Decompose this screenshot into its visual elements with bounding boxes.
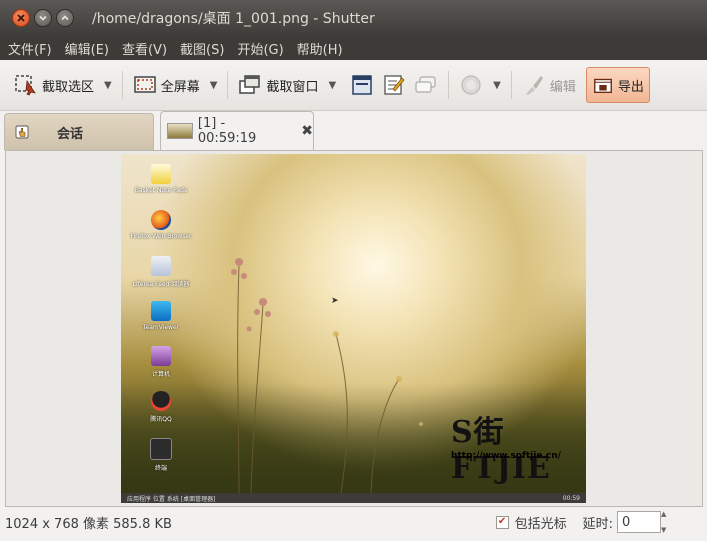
export-button[interactable]: 导出 [585, 67, 650, 103]
teamviewer-icon [151, 301, 171, 321]
delay-stepper[interactable]: ▲ ▼ [661, 510, 671, 534]
computer-icon [151, 346, 171, 366]
toolbar-separator [510, 71, 512, 99]
maximize-window-button[interactable] [56, 9, 74, 27]
menu-go[interactable]: 开始(G) [232, 39, 288, 58]
panel-menu-text: 应用程序 位置 系统 [桌面管理器] [127, 495, 216, 503]
desktop-icon: Basket Note Pads [129, 164, 193, 194]
close-window-button[interactable] [12, 9, 30, 27]
menu-help[interactable]: 帮助(H) [292, 39, 348, 58]
image-viewer[interactable]: Basket Note Pads Firefox Web Browser Lif… [5, 150, 703, 507]
menu-file[interactable]: 文件(F) [3, 39, 57, 58]
watermark-url: http://www.softjie.cn/ [451, 451, 561, 461]
notes-icon [151, 164, 171, 184]
chevron-up-icon [61, 15, 69, 21]
window-title: /home/dragons/桌面 1_001.png - Shutter [92, 11, 375, 27]
delay-control: 延时: 0 ▲ ▼ [583, 510, 707, 534]
desktop-icon: 腾讯QQ [129, 391, 193, 423]
web-capture-button[interactable]: ▼ [455, 68, 505, 102]
capture-tooltip-button[interactable] [410, 68, 442, 102]
capture-selection-button[interactable]: 截取选区 ▼ [10, 68, 116, 102]
desktop-icon: Firefox Web Browser [129, 210, 193, 240]
selection-capture-icon [15, 75, 36, 96]
softjie-logo: S街FTJIE [451, 415, 551, 486]
window-capture-icon [239, 75, 261, 94]
desktop-icon-label: 计算机 [151, 371, 170, 378]
toolbar-separator [448, 71, 450, 99]
toolbar-separator [121, 71, 123, 99]
capture-window-dropdown-icon[interactable]: ▼ [328, 80, 336, 91]
desktop-icon: 终端 [129, 438, 193, 472]
capture-selection-label: 截取选区 [42, 79, 95, 95]
stepper-up-icon[interactable]: ▲ [661, 510, 671, 518]
brush-icon [525, 76, 543, 95]
menu-capture-icon [384, 75, 405, 95]
close-icon [17, 14, 25, 22]
tooltip-capture-icon [415, 76, 436, 93]
tab-bar: 会话 [1] - 00:59:19 ✖ [0, 110, 707, 150]
capture-fullscreen-button[interactable]: 全屏幕 ▼ [129, 68, 222, 102]
screenshot-preview: Basket Note Pads Firefox Web Browser Lif… [121, 154, 586, 503]
capture-section-button[interactable] [346, 68, 378, 102]
minimize-window-button[interactable] [34, 9, 52, 27]
desktop-icon: 计算机 [129, 346, 193, 378]
chevron-down-icon [39, 15, 47, 21]
tab-screenshot-label: [1] - 00:59:19 [197, 116, 257, 146]
export-label: 导出 [617, 79, 644, 95]
web-capture-dropdown-icon[interactable]: ▼ [493, 80, 501, 91]
desktop-icon-label: Liferea Feed 阅读器 [132, 281, 190, 288]
image-info: 1024 x 768 像素 585.8 KB [5, 516, 172, 532]
checkbox-checked-icon[interactable]: ✔ [495, 515, 509, 529]
export-icon [593, 78, 612, 94]
tab-screenshot-1[interactable]: [1] - 00:59:19 ✖ [160, 111, 314, 150]
globe-icon [461, 75, 481, 95]
terminal-icon [150, 438, 172, 460]
hand-icon [15, 125, 29, 139]
menu-bar: 文件(F) 编辑(E) 查看(V) 截图(S) 开始(G) 帮助(H) [0, 36, 707, 60]
desktop-icon-label: 腾讯QQ [150, 416, 172, 423]
desktop-icon: TeamViewer [129, 301, 193, 331]
desktop-icon-label: Firefox Web Browser [130, 233, 192, 240]
toolbar-separator [227, 71, 229, 99]
capture-fullscreen-label: 全屏幕 [160, 79, 200, 95]
tab-session[interactable]: 会话 [4, 113, 154, 150]
delay-spinbox[interactable]: 0 [617, 511, 661, 533]
qq-penguin-icon [151, 391, 171, 411]
desktop-icon-label: 终端 [154, 465, 167, 472]
delay-label: 延时: [582, 516, 613, 532]
menu-screenshot[interactable]: 截图(S) [175, 39, 229, 58]
desktop-icon-label: Basket Note Pads [134, 187, 188, 194]
capture-window-label: 截取窗口 [266, 79, 319, 95]
delay-value: 0 [622, 514, 631, 530]
section-capture-icon [352, 75, 372, 95]
desktop-panel: 应用程序 位置 系统 [桌面管理器] 00:59 [121, 493, 586, 503]
capture-selection-dropdown-icon[interactable]: ▼ [104, 80, 112, 91]
close-tab-icon[interactable]: ✖ [301, 123, 313, 139]
firefox-icon [151, 210, 171, 230]
capture-menu-button[interactable] [378, 68, 410, 102]
tab-session-label: 会话 [57, 126, 84, 142]
title-bar: /home/dragons/桌面 1_001.png - Shutter [0, 0, 707, 36]
window-controls [12, 9, 74, 27]
fullscreen-capture-icon [133, 76, 156, 93]
capture-fullscreen-dropdown-icon[interactable]: ▼ [210, 80, 218, 91]
capture-window-button[interactable]: 截取窗口 ▼ [234, 68, 340, 102]
include-cursor-label: 包括光标 [514, 516, 567, 532]
tab-thumbnail [167, 123, 193, 139]
edit-button[interactable]: 编辑 [518, 68, 580, 102]
desktop-icon: Liferea Feed 阅读器 [129, 256, 193, 288]
panel-clock: 00:59 [562, 494, 580, 502]
status-bar: 1024 x 768 像素 585.8 KB ✔ 包括光标 延时: 0 ▲ ▼ [0, 507, 707, 537]
edit-label: 编辑 [549, 79, 576, 95]
toolbar: 截取选区 ▼ 全屏幕 ▼ 截取窗口 ▼ ▼ 编辑 导出 [0, 60, 707, 111]
menu-edit[interactable]: 编辑(E) [60, 39, 114, 58]
feed-reader-icon [151, 256, 171, 276]
mouse-pointer-icon: ➤ [331, 296, 339, 306]
menu-view[interactable]: 查看(V) [117, 39, 172, 58]
include-cursor-checkbox[interactable]: ✔ 包括光标 [495, 513, 567, 532]
desktop-icon-label: TeamViewer [142, 324, 180, 331]
stepper-down-icon[interactable]: ▼ [661, 526, 671, 534]
